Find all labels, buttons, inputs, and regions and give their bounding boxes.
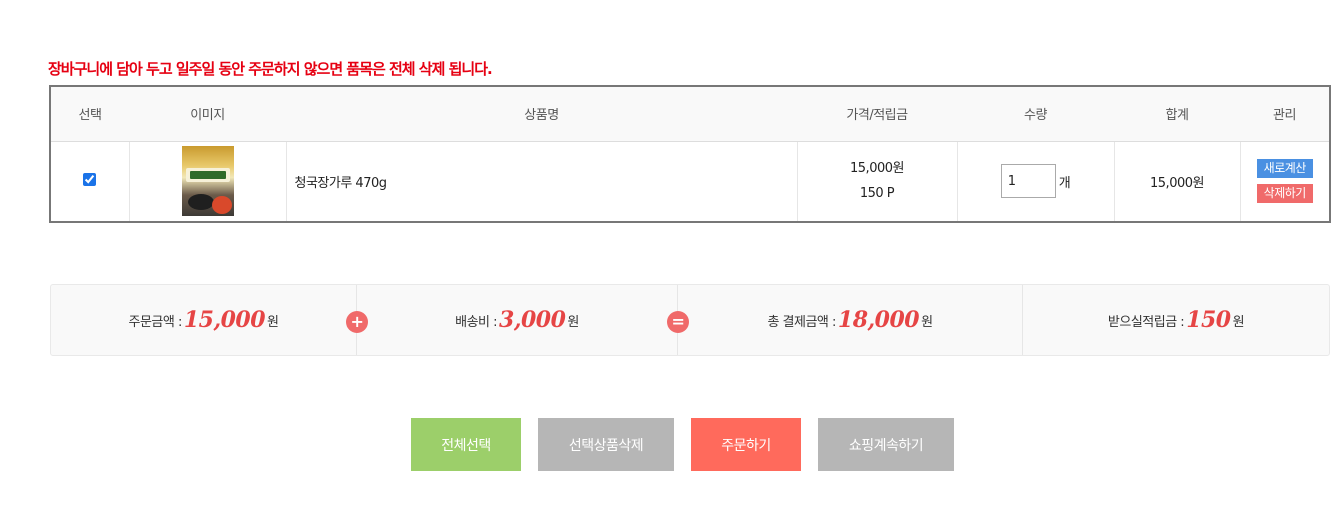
cart-notice: 장바구니에 담아 두고 일주일 동안 주문하지 않으면 품목은 전체 삭제 됩니… <box>48 60 493 78</box>
recalculate-button[interactable]: 새로계산 <box>1256 159 1313 179</box>
product-thumbnail[interactable] <box>181 146 234 217</box>
product-name[interactable]: 청국장가루 470g <box>285 141 797 222</box>
order-button[interactable]: 주문하기 <box>691 418 801 471</box>
header-manage: 관리 <box>1240 86 1330 142</box>
points-label: 받으실적립금 : <box>1107 314 1185 330</box>
total-value: 18,000 <box>837 307 920 333</box>
header-select: 선택 <box>50 86 129 142</box>
table-header-row: 선택 이미지 상품명 가격/적립금 수량 합계 관리 <box>50 86 1330 142</box>
table-row: 청국장가루 470g 15,000원 150 P 개 15,000원 새로계산 … <box>50 141 1330 222</box>
order-amount: 주문금액 : 15,000 원 + <box>51 285 368 355</box>
order-summary: 주문금액 : 15,000 원 + 배송비 : 3,000 원 = 총 결제금액… <box>50 284 1330 356</box>
select-all-button[interactable]: 전체선택 <box>411 418 521 471</box>
header-quantity: 수량 <box>957 86 1114 142</box>
shipping-value: 3,000 <box>499 307 566 333</box>
shipping-fee: 배송비 : 3,000 원 = <box>357 285 689 355</box>
select-cell <box>50 141 129 222</box>
points-currency: 원 <box>1232 314 1245 330</box>
equals-icon: = <box>667 311 689 333</box>
shipping-currency: 원 <box>567 314 579 330</box>
delete-selected-button[interactable]: 선택상품삭제 <box>538 418 674 471</box>
quantity-cell: 개 <box>956 141 1114 222</box>
total-payment: 총 결제금액 : 18,000 원 <box>678 285 1023 355</box>
image-cell <box>128 141 286 222</box>
cart-actions: 전체선택 선택상품삭제 주문하기 쇼핑계속하기 <box>411 418 954 471</box>
total-currency: 원 <box>921 314 933 330</box>
delete-item-button[interactable]: 삭제하기 <box>1256 184 1313 204</box>
order-amount-value: 15,000 <box>183 307 266 333</box>
header-image: 이미지 <box>129 86 286 142</box>
shipping-label: 배송비 : <box>455 314 498 330</box>
price-cell: 15,000원 150 P <box>796 141 957 222</box>
header-price-points: 가격/적립금 <box>797 86 957 142</box>
plus-icon: + <box>346 311 368 333</box>
quantity-input[interactable] <box>1000 164 1056 199</box>
points-value: 150 <box>1186 307 1231 333</box>
header-total: 합계 <box>1114 86 1240 142</box>
earned-points: 받으실적립금 : 150 원 <box>1023 285 1329 355</box>
item-total: 15,000원 <box>1113 141 1240 222</box>
quantity-unit: 개 <box>1058 175 1071 191</box>
item-price: 15,000원 <box>850 161 904 177</box>
order-amount-currency: 원 <box>267 314 279 330</box>
continue-shopping-button[interactable]: 쇼핑계속하기 <box>818 418 954 471</box>
manage-cell: 새로계산 삭제하기 <box>1239 141 1330 222</box>
item-select-checkbox[interactable] <box>83 172 97 186</box>
order-amount-label: 주문금액 : <box>128 314 182 330</box>
cart-table: 선택 이미지 상품명 가격/적립금 수량 합계 관리 청국장가루 470g 15… <box>49 85 1331 223</box>
item-points: 150 P <box>859 186 895 202</box>
header-product-name: 상품명 <box>286 86 797 142</box>
total-label: 총 결제금액 : <box>767 314 836 330</box>
